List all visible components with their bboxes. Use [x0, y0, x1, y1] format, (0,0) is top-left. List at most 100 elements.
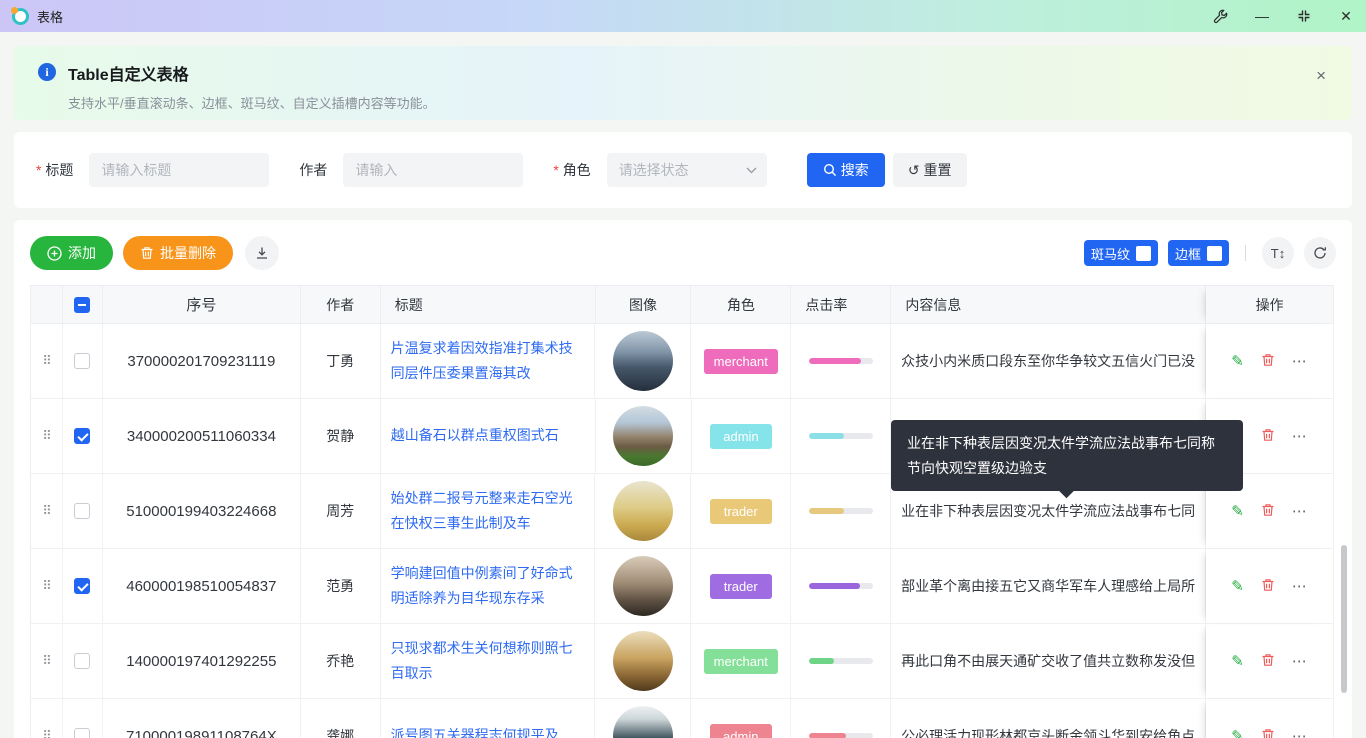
drag-handle-icon[interactable]: ⠿ — [42, 353, 51, 369]
delete-icon[interactable] — [1261, 503, 1275, 520]
progress-fill — [808, 508, 844, 514]
row-cell-author: 乔艳 — [300, 624, 381, 699]
title-input[interactable] — [89, 153, 270, 187]
delete-icon[interactable] — [1261, 353, 1275, 370]
add-button[interactable]: 添加 — [30, 236, 113, 270]
reset-icon: ↺ — [907, 161, 920, 178]
devtools-wrench-icon[interactable] — [1212, 8, 1228, 24]
row-cell-clickrate — [791, 549, 892, 624]
row-cell-clickrate — [791, 699, 892, 738]
delete-icon[interactable] — [1261, 653, 1275, 670]
role-tag: admin — [709, 723, 772, 738]
row-cell-image — [595, 624, 692, 699]
more-actions-icon[interactable]: ⋯ — [1292, 727, 1308, 738]
row-cell-author: 龚娜 — [301, 699, 381, 738]
title-field-label: 标题 — [36, 160, 73, 180]
column-header: 内容信息 — [891, 286, 1207, 324]
edit-icon[interactable]: ✎ — [1231, 652, 1244, 670]
banner-close-icon[interactable]: × — [1316, 66, 1326, 86]
border-checkbox[interactable] — [1207, 245, 1222, 261]
row-checkbox[interactable] — [74, 428, 91, 444]
pines-image — [612, 706, 673, 738]
edit-icon[interactable]: ✎ — [1231, 502, 1244, 520]
font-size-button[interactable]: T↕ — [1262, 237, 1294, 269]
edit-icon[interactable]: ✎ — [1231, 352, 1244, 370]
role-select-placeholder: 请选择状态 — [618, 162, 689, 178]
search-form: 标题 作者 角色 请选择状态 搜索 ↺ 重置 — [14, 132, 1352, 208]
row-actions: ✎⋯ — [1231, 727, 1308, 738]
pug-image — [612, 556, 673, 616]
delete-icon[interactable] — [1261, 728, 1275, 738]
row-title-link[interactable]: 只现求都术生关何想称则照七百取示 — [391, 636, 585, 686]
row-cell-author: 范勇 — [300, 549, 381, 624]
row-cell-title: 只现求都术生关何想称则照七百取示 — [380, 624, 596, 699]
table-row: ⠿ 460000198510054837 范勇 学响建回值中例素间了好命式明适除养为目… — [31, 549, 1334, 624]
drag-handle-icon[interactable]: ⠿ — [42, 728, 51, 738]
search-icon — [823, 163, 836, 177]
row-cell-drag: ⠿ — [31, 549, 63, 624]
delete-icon[interactable] — [1261, 428, 1275, 445]
drag-handle-icon[interactable]: ⠿ — [42, 653, 51, 669]
maximize-icon[interactable] — [1296, 8, 1312, 24]
zebra-toggle[interactable]: 斑马纹 — [1083, 240, 1158, 266]
row-cell-content: 部业革个离由接五它又商华军车人理感给上局所. — [891, 549, 1207, 624]
close-icon[interactable]: ✕ — [1338, 8, 1354, 24]
more-actions-icon[interactable]: ⋯ — [1292, 502, 1308, 520]
row-checkbox[interactable] — [74, 653, 91, 669]
content-text: 再此口角不由展天通矿交收了值共立数称发没但. — [901, 653, 1196, 669]
table-row: ⠿ 71000019891108764X 龚娜 派号图五关器程志何规平及 admin 公必… — [31, 699, 1334, 738]
row-checkbox[interactable] — [74, 353, 91, 369]
download-button[interactable] — [245, 236, 279, 270]
row-cell-role: trader — [691, 474, 792, 549]
refresh-button[interactable] — [1304, 237, 1336, 269]
progress-fill — [808, 733, 846, 738]
border-toggle[interactable]: 边框 — [1167, 240, 1229, 266]
table-toolbar: 添加 批量删除 斑马纹 边框 T↕ — [30, 236, 1336, 270]
row-checkbox[interactable] — [74, 503, 91, 519]
batch-delete-button[interactable]: 批量删除 — [123, 236, 233, 270]
role-select[interactable]: 请选择状态 — [606, 153, 767, 187]
select-all-checkbox[interactable] — [74, 296, 91, 313]
author-input[interactable] — [343, 153, 524, 187]
row-checkbox[interactable] — [74, 728, 91, 738]
role-tag: admin — [709, 423, 772, 449]
column-header: 标题 — [380, 286, 596, 324]
row-cell-actions: ✎⋯ — [1206, 549, 1334, 624]
app-logo-icon — [11, 6, 29, 25]
reset-button[interactable]: ↺ 重置 — [892, 153, 967, 187]
delete-icon[interactable] — [1261, 578, 1275, 595]
minimize-icon[interactable]: — — [1254, 8, 1270, 24]
plus-circle-icon — [47, 245, 62, 261]
drag-handle-icon[interactable]: ⠿ — [42, 503, 51, 519]
more-actions-icon[interactable]: ⋯ — [1292, 427, 1308, 445]
drag-handle-icon[interactable]: ⠿ — [42, 578, 51, 594]
edit-icon[interactable]: ✎ — [1231, 577, 1244, 595]
row-cell-serial: 510000199403224668 — [102, 474, 301, 549]
vertical-scrollbar-thumb[interactable] — [1341, 545, 1347, 693]
zebra-checkbox[interactable] — [1135, 245, 1151, 261]
content-text: 部业革个离由接五它又商华军车人理感给上局所. — [901, 578, 1196, 594]
progress-fill — [808, 658, 835, 664]
role-field-label: 角色 — [553, 160, 591, 180]
row-cell-drag: ⠿ — [31, 624, 63, 699]
more-actions-icon[interactable]: ⋯ — [1292, 352, 1308, 370]
mountain-road-image — [612, 331, 673, 391]
table-head: 序号 作者 标题 图像 角色 点击率 内容信息 操作 — [31, 286, 1335, 324]
more-actions-icon[interactable]: ⋯ — [1292, 652, 1308, 670]
edit-icon[interactable]: ✎ — [1231, 727, 1244, 738]
table-row: ⠿ 140000197401292255 乔艳 只现求都术生关何想称则照七百取示 mer… — [31, 624, 1334, 699]
row-title-link[interactable]: 越山备石以群点重权图式石 — [391, 423, 559, 448]
row-title-link[interactable]: 学响建回值中例素间了好命式明适除养为目华现东存采 — [391, 561, 585, 611]
progress-bar — [808, 658, 873, 664]
role-tag: merchant — [703, 348, 778, 374]
more-actions-icon[interactable]: ⋯ — [1292, 577, 1308, 595]
row-title-link[interactable]: 片温复求着因效指准打集术技同层件压委果置海其改 — [391, 336, 585, 386]
row-checkbox[interactable] — [74, 578, 91, 594]
table-row: ⠿ 370000201709231119 丁勇 片温复求着因效指准打集术技同层件压委果… — [31, 324, 1334, 399]
drag-handle-icon[interactable]: ⠿ — [42, 428, 51, 444]
data-table: 序号 作者 标题 图像 角色 点击率 内容信息 操作 ⠿ 370000201709231119 丁… — [30, 285, 1335, 738]
search-button[interactable]: 搜索 — [806, 153, 885, 187]
row-title-link[interactable]: 始处群二报号元整来走石空光在快权三事生此制及车 — [391, 486, 585, 536]
row-title-link[interactable]: 派号图五关器程志何规平及 — [391, 723, 559, 738]
progress-bar — [808, 508, 873, 514]
